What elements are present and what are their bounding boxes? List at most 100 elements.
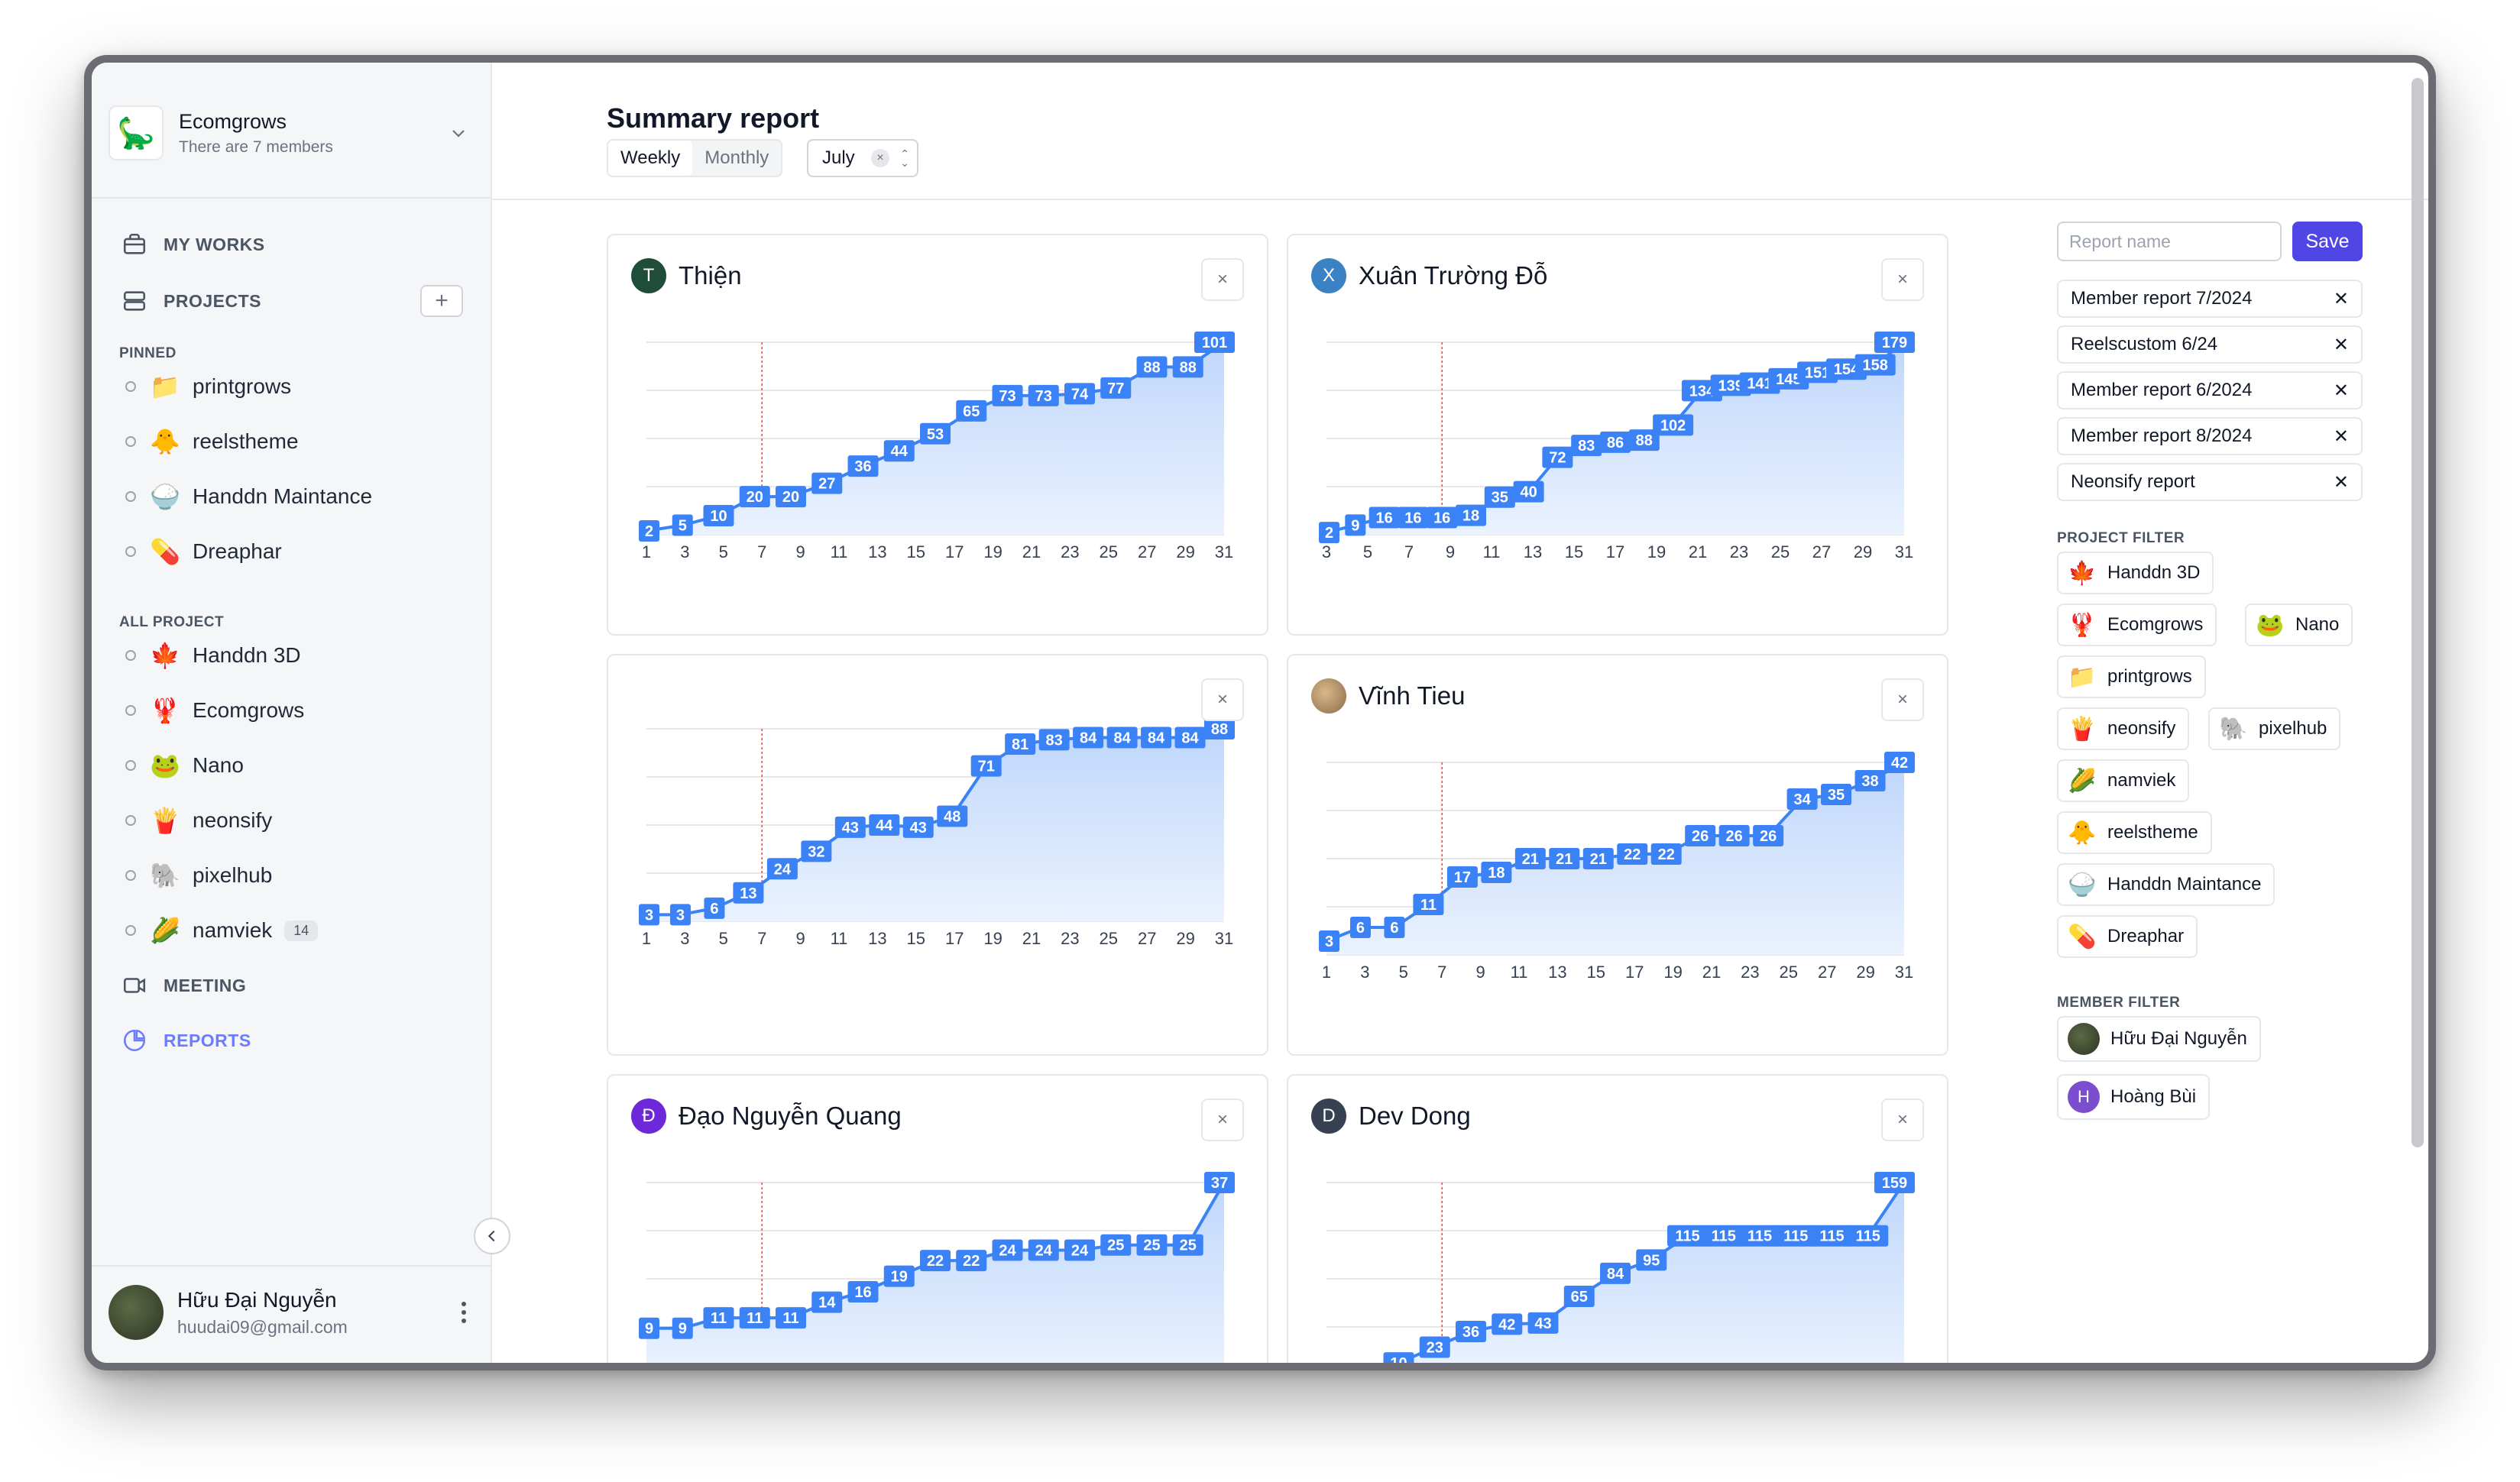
data-label: 11 bbox=[782, 1310, 798, 1327]
project-item[interactable]: 🐘 pixelhub bbox=[125, 854, 462, 897]
close-icon[interactable]: × bbox=[1201, 1099, 1244, 1141]
close-icon[interactable]: × bbox=[1201, 258, 1244, 301]
project-filter-chip[interactable]: 📁 printgrows bbox=[2057, 655, 2206, 698]
data-label: 71 bbox=[978, 759, 995, 775]
fries-icon: 🍟 bbox=[150, 807, 180, 834]
close-icon[interactable]: × bbox=[1881, 1099, 1924, 1141]
nav-projects[interactable]: PROJECTS + bbox=[119, 281, 463, 321]
pinned-item[interactable]: 🐥 reelstheme bbox=[125, 420, 462, 463]
data-label: 77 bbox=[1107, 380, 1124, 397]
project-item[interactable]: 🌽 namviek 14 bbox=[125, 909, 462, 952]
data-label: 43 bbox=[910, 820, 927, 836]
data-label: 115 bbox=[1712, 1228, 1736, 1245]
project-filter-chip[interactable]: 🍚 Handdn Maintance bbox=[2057, 863, 2275, 906]
saved-report-item[interactable]: Reelscustom 6/24 ✕ bbox=[2057, 325, 2363, 364]
x-tick-label: 3 bbox=[1322, 542, 1331, 561]
project-item[interactable]: 🐸 Nano bbox=[125, 744, 462, 787]
data-label: 24 bbox=[1035, 1243, 1053, 1260]
saved-report-item[interactable]: Member report 7/2024 ✕ bbox=[2057, 280, 2363, 318]
close-icon[interactable]: × bbox=[1201, 678, 1244, 721]
save-button[interactable]: Save bbox=[2292, 222, 2363, 261]
workspace-switcher[interactable]: 🦕 Ecomgrows There are 7 members bbox=[109, 101, 472, 165]
project-item[interactable]: 🍁 Handdn 3D bbox=[125, 634, 462, 677]
data-label: 48 bbox=[944, 809, 960, 826]
close-icon[interactable]: ✕ bbox=[2334, 471, 2349, 493]
pinned-item[interactable]: 🍚 Handdn Maintance bbox=[125, 475, 462, 518]
saved-report-item[interactable]: Neonsify report ✕ bbox=[2057, 463, 2363, 501]
scrollbar[interactable] bbox=[2411, 78, 2424, 1147]
project-filter-chip[interactable]: 🍟 neonsify bbox=[2057, 707, 2190, 750]
close-icon[interactable]: ✕ bbox=[2334, 380, 2349, 402]
close-icon[interactable]: × bbox=[1881, 678, 1924, 721]
x-tick-label: 21 bbox=[1689, 542, 1707, 561]
close-icon[interactable]: ✕ bbox=[2334, 334, 2349, 356]
close-icon[interactable]: ✕ bbox=[2334, 288, 2349, 310]
project-filter-chip[interactable]: 🐘 pixelhub bbox=[2208, 707, 2341, 750]
nav-reports[interactable]: REPORTS bbox=[119, 1021, 463, 1060]
data-label: 42 bbox=[1498, 1316, 1515, 1333]
member-filter-chip[interactable]: H Hoàng Bùi bbox=[2057, 1074, 2211, 1120]
data-label: 25 bbox=[1107, 1238, 1124, 1254]
data-label: 6 bbox=[1356, 920, 1365, 937]
tab-weekly[interactable]: Weekly bbox=[608, 141, 693, 176]
project-filter-chip[interactable]: 🍁 Handdn 3D bbox=[2057, 552, 2214, 594]
member-name: Dev Dong bbox=[1359, 1102, 1471, 1130]
clear-icon[interactable]: × bbox=[871, 149, 889, 167]
current-user[interactable]: Hữu Đại Nguyễn huudai09@gmail.com bbox=[109, 1279, 475, 1346]
rice-bowl-icon: 🍚 bbox=[2068, 872, 2097, 898]
saved-report-item[interactable]: Member report 8/2024 ✕ bbox=[2057, 417, 2363, 455]
data-label: 24 bbox=[999, 1243, 1016, 1260]
project-filter-chip[interactable]: 🌽 namviek bbox=[2057, 759, 2190, 802]
nav-label: REPORTS bbox=[164, 1030, 251, 1050]
chip-label: reelstheme bbox=[2107, 822, 2198, 843]
nav-my-works[interactable]: MY WORKS bbox=[119, 225, 463, 264]
data-label: 40 bbox=[1520, 484, 1537, 501]
x-tick-label: 13 bbox=[868, 929, 886, 948]
divider bbox=[492, 199, 2428, 200]
chip-label: Hoàng Bùi bbox=[2110, 1086, 2197, 1107]
project-item[interactable]: 🦞 Ecomgrows bbox=[125, 689, 462, 732]
project-filter-chip[interactable]: 🐸 Nano bbox=[2245, 603, 2353, 646]
x-tick-label: 17 bbox=[1606, 542, 1624, 561]
project-filter-chip[interactable]: 🐥 reelstheme bbox=[2057, 811, 2212, 854]
tab-monthly[interactable]: Monthly bbox=[692, 141, 781, 176]
x-tick-label: 19 bbox=[1647, 542, 1666, 561]
data-label: 35 bbox=[1828, 787, 1845, 804]
project-filter-chip[interactable]: 💊 Dreaphar bbox=[2057, 915, 2198, 958]
page-title: Summary report bbox=[607, 102, 820, 134]
data-label: 34 bbox=[1793, 791, 1811, 808]
workspace-logo: 🦕 bbox=[109, 105, 164, 160]
saved-report-name: Member report 8/2024 bbox=[2071, 426, 2253, 446]
x-tick-label: 17 bbox=[945, 542, 964, 561]
data-label: 22 bbox=[1624, 846, 1641, 863]
data-label: 21 bbox=[1590, 851, 1607, 868]
fries-icon: 🍟 bbox=[2068, 716, 2097, 742]
member-chart-card: 9 9 11 11 11 14 16 19 22 22 24 24 24 25 25 25 37 Đ Đạo Ng… bbox=[607, 1074, 1268, 1363]
close-icon[interactable]: × bbox=[1881, 258, 1924, 301]
data-label: 19 bbox=[891, 1269, 908, 1286]
more-vertical-icon[interactable] bbox=[452, 1302, 475, 1323]
member-filter-chip[interactable]: Hữu Đại Nguyễn bbox=[2057, 1016, 2261, 1062]
chip-label: Dreaphar bbox=[2107, 926, 2185, 946]
add-project-button[interactable]: + bbox=[420, 285, 463, 317]
data-label: 115 bbox=[1783, 1228, 1808, 1245]
report-name-input[interactable]: Report name bbox=[2057, 222, 2282, 261]
project-item[interactable]: 🍟 neonsify bbox=[125, 799, 462, 842]
pinned-item[interactable]: 💊 Dreaphar bbox=[125, 530, 462, 573]
project-filter-chip[interactable]: 🦞 Ecomgrows bbox=[2057, 603, 2217, 646]
x-tick-label: 23 bbox=[1061, 542, 1079, 561]
data-label: 1 bbox=[1359, 1366, 1367, 1370]
data-label: 22 bbox=[927, 1253, 944, 1270]
data-label: 2 bbox=[645, 523, 653, 540]
x-tick-label: 13 bbox=[868, 542, 886, 561]
close-icon[interactable]: ✕ bbox=[2334, 426, 2349, 448]
avatar bbox=[109, 1285, 164, 1340]
x-tick-label: 15 bbox=[907, 929, 925, 948]
saved-report-item[interactable]: Member report 6/2024 ✕ bbox=[2057, 371, 2363, 409]
month-select[interactable]: July × ⌃ ⌄ bbox=[807, 139, 918, 177]
chevron-down-icon[interactable] bbox=[445, 119, 472, 147]
data-label: 37 bbox=[1211, 1175, 1228, 1192]
nav-meeting[interactable]: MEETING bbox=[119, 966, 463, 1005]
data-label: 44 bbox=[891, 443, 909, 460]
pinned-item[interactable]: 📁 printgrows bbox=[125, 365, 462, 408]
